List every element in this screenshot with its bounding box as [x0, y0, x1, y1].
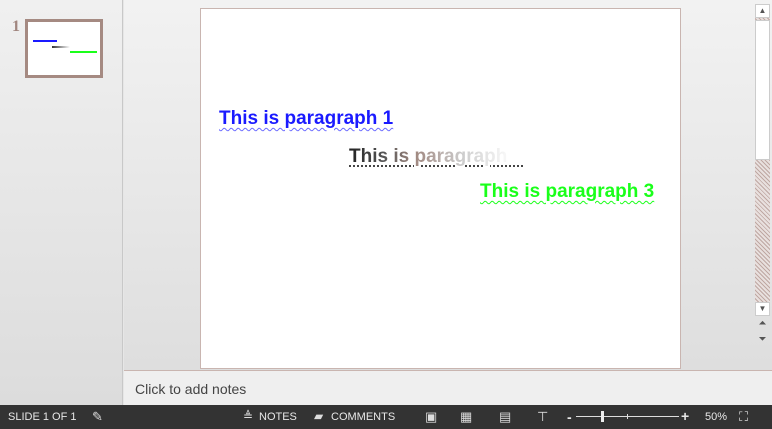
comments-icon[interactable]: ▰	[314, 409, 323, 423]
next-slide-icon[interactable]: ⏷	[755, 334, 770, 345]
notes-pane[interactable]: Click to add notes	[124, 370, 772, 405]
notes-button[interactable]: NOTES	[259, 411, 297, 423]
paragraph-2[interactable]: This is paragraph 2	[349, 146, 523, 168]
slide-thumbnail-pane: 1	[0, 0, 123, 405]
zoom-slider-center-tick	[627, 414, 628, 419]
notes-placeholder[interactable]: Click to add notes	[135, 381, 246, 397]
scroll-down-icon[interactable]: ▼	[755, 302, 770, 316]
slide-editor: This is paragraph 1 This is paragraph 2 …	[124, 0, 772, 370]
slide-canvas[interactable]: This is paragraph 1 This is paragraph 2 …	[200, 8, 681, 369]
fit-to-window-icon[interactable]: ⛶	[739, 409, 748, 425]
thumb-line-1	[33, 40, 57, 42]
paragraph-1[interactable]: This is paragraph 1	[219, 108, 393, 130]
spell-check-icon[interactable]: ✎	[92, 409, 103, 425]
previous-slide-icon[interactable]: ⏶	[755, 318, 770, 329]
reading-view-icon[interactable]: ▤	[499, 409, 511, 425]
scrollbar-thumb[interactable]	[755, 20, 770, 160]
zoom-slider-knob[interactable]	[601, 411, 604, 422]
vertical-scrollbar[interactable]: ▲ ▼	[755, 4, 770, 316]
slide-sorter-icon[interactable]: ▦	[460, 409, 472, 425]
zoom-in-button[interactable]: +	[681, 408, 689, 424]
thumb-line-3	[70, 51, 97, 53]
zoom-level[interactable]: 50%	[705, 411, 727, 423]
thumb-line-2	[52, 46, 70, 48]
normal-view-icon[interactable]: ▣	[425, 409, 437, 425]
slide-number: 1	[12, 18, 20, 35]
zoom-out-button[interactable]: -	[567, 409, 572, 425]
paragraph-3[interactable]: This is paragraph 3	[480, 181, 654, 203]
comments-button[interactable]: COMMENTS	[331, 411, 395, 423]
slide-indicator: SLIDE 1 OF 1	[8, 411, 77, 423]
slide-thumbnail[interactable]	[25, 19, 103, 78]
slideshow-icon[interactable]: ⊤	[537, 409, 548, 425]
status-bar: SLIDE 1 OF 1 ✎ ≜ NOTES ▰ COMMENTS ▣ ▦ ▤ …	[0, 405, 772, 429]
notes-icon[interactable]: ≜	[243, 409, 253, 423]
scroll-up-icon[interactable]: ▲	[755, 4, 770, 18]
